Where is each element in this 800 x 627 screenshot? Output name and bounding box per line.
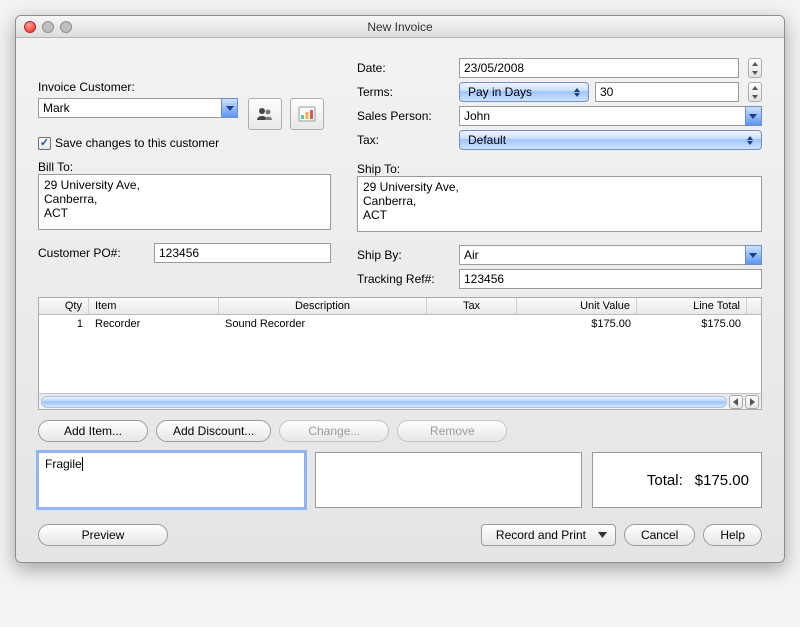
notes-left-textarea[interactable]: Fragile​ (38, 452, 305, 508)
sales-person-input[interactable] (459, 106, 746, 126)
chevron-down-icon (598, 532, 607, 538)
cell-unit-value[interactable]: $175.00 (517, 315, 637, 333)
scroll-left-button[interactable] (729, 395, 743, 409)
sales-person-combo[interactable] (459, 106, 762, 126)
preview-button[interactable]: Preview (38, 524, 168, 546)
customer-po-label: Customer PO#: (38, 246, 148, 260)
tax-select[interactable]: Default (459, 130, 762, 150)
col-tax[interactable]: Tax (427, 298, 517, 314)
record-and-print-label: Record and Print (496, 528, 586, 542)
invoice-customer-label: Invoice Customer: (38, 80, 331, 94)
table-header: Qty Item Description Tax Unit Value Line… (39, 298, 761, 315)
customer-contacts-button[interactable] (248, 98, 282, 130)
table-body[interactable]: 1 Recorder Sound Recorder $175.00 $175.0… (39, 315, 761, 393)
total-value: $175.00 (695, 472, 749, 489)
customer-dropdown-button[interactable] (221, 98, 238, 118)
col-item[interactable]: Item (89, 298, 219, 314)
add-discount-button[interactable]: Add Discount... (156, 420, 271, 442)
scroll-right-button[interactable] (745, 395, 759, 409)
window-title: New Invoice (16, 20, 784, 34)
terms-days-stepper[interactable] (748, 82, 762, 102)
change-button[interactable]: Change... (279, 420, 389, 442)
help-button[interactable]: Help (703, 524, 762, 546)
people-icon (256, 107, 274, 121)
remove-button[interactable]: Remove (397, 420, 507, 442)
notes-right-textarea[interactable] (315, 452, 582, 508)
ship-by-input[interactable] (459, 245, 746, 265)
add-item-button[interactable]: Add Item... (38, 420, 148, 442)
titlebar: New Invoice (16, 16, 784, 38)
bill-to-label: Bill To: (38, 160, 331, 174)
cell-item[interactable]: Recorder (89, 315, 219, 333)
ship-to-label: Ship To: (357, 162, 762, 176)
customer-combo[interactable] (38, 98, 238, 118)
terms-days-input[interactable] (595, 82, 739, 102)
line-items-table: Qty Item Description Tax Unit Value Line… (38, 297, 762, 410)
tracking-label: Tracking Ref#: (357, 272, 453, 286)
terms-value: Pay in Days (468, 85, 532, 99)
terms-label: Terms: (357, 85, 453, 99)
tracking-input[interactable] (459, 269, 762, 289)
ship-by-combo[interactable] (459, 245, 762, 265)
col-line-total[interactable]: Line Total (637, 298, 747, 314)
ship-to-textarea[interactable]: 29 University Ave, Canberra, ACT (357, 176, 762, 232)
col-qty[interactable]: Qty (39, 298, 89, 314)
terms-select[interactable]: Pay in Days (459, 82, 589, 102)
ship-by-dropdown-button[interactable] (745, 245, 762, 265)
cell-line-total[interactable]: $175.00 (637, 315, 747, 333)
ship-by-label: Ship By: (357, 248, 453, 262)
bill-to-textarea[interactable]: 29 University Ave, Canberra, ACT (38, 174, 331, 230)
cell-description[interactable]: Sound Recorder (219, 315, 427, 333)
customer-report-button[interactable] (290, 98, 324, 130)
notes-left-text: Fragile (45, 457, 82, 471)
col-description[interactable]: Description (219, 298, 427, 314)
save-changes-checkbox[interactable] (38, 137, 51, 150)
sales-person-dropdown-button[interactable] (745, 106, 762, 126)
customer-po-input[interactable] (154, 243, 331, 263)
cell-qty[interactable]: 1 (39, 315, 89, 333)
total-box: Total: $175.00 (592, 452, 762, 508)
sales-person-label: Sales Person: (357, 109, 453, 123)
tax-value: Default (468, 133, 506, 147)
record-and-print-menu[interactable]: Record and Print (481, 524, 616, 546)
cancel-button[interactable]: Cancel (624, 524, 695, 546)
date-label: Date: (357, 61, 453, 75)
customer-input[interactable] (38, 98, 222, 118)
save-changes-label: Save changes to this customer (55, 136, 219, 150)
total-label: Total: (647, 472, 683, 489)
invoice-window: New Invoice Invoice Customer: (15, 15, 785, 563)
chart-icon (298, 106, 316, 122)
col-unit-value[interactable]: Unit Value (517, 298, 637, 314)
date-stepper[interactable] (748, 58, 762, 78)
tax-label: Tax: (357, 133, 453, 147)
cell-tax[interactable] (427, 315, 517, 333)
scrollbar-thumb[interactable] (41, 396, 727, 408)
date-input[interactable] (459, 58, 739, 78)
col-scroll-gutter (747, 298, 761, 314)
horizontal-scrollbar[interactable] (39, 393, 761, 409)
